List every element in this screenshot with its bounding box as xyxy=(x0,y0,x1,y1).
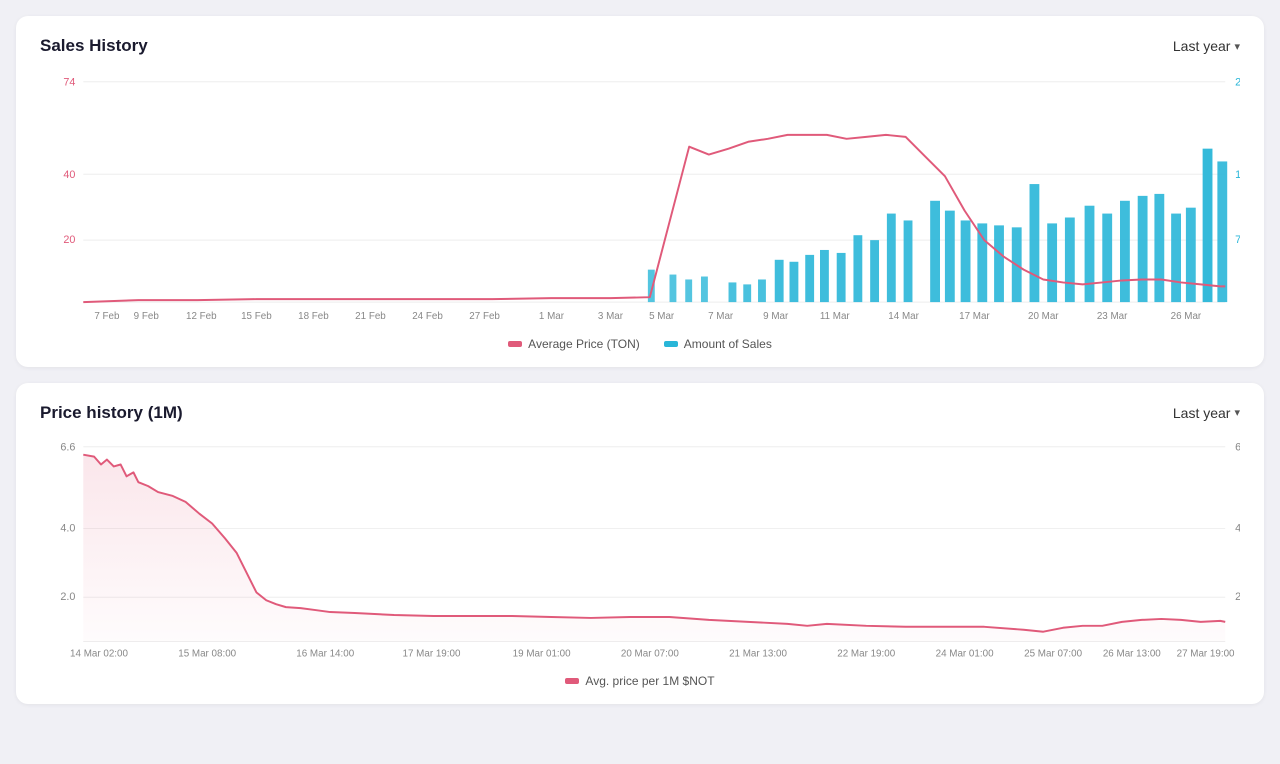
svg-text:6.6: 6.6 xyxy=(1235,441,1240,453)
svg-text:16 Mar 14:00: 16 Mar 14:00 xyxy=(296,648,354,659)
svg-text:15 Mar 08:00: 15 Mar 08:00 xyxy=(178,648,236,659)
legend-line-dot xyxy=(508,341,522,347)
legend-bar-dot xyxy=(664,341,678,347)
svg-text:21 Mar 13:00: 21 Mar 13:00 xyxy=(729,648,787,659)
svg-text:2.0: 2.0 xyxy=(60,591,75,603)
svg-text:27 Mar 19:00: 27 Mar 19:00 xyxy=(1177,648,1235,659)
sales-history-chart-area: 74 40 20 27602 14000 7000 xyxy=(40,68,1240,351)
legend-price-item: Avg. price per 1M $NOT xyxy=(565,674,714,688)
svg-text:27 Feb: 27 Feb xyxy=(469,311,500,322)
svg-text:27602: 27602 xyxy=(1235,77,1240,89)
svg-text:20 Mar: 20 Mar xyxy=(1028,311,1059,322)
price-history-chart-area: 6.6 4.0 2.0 6.6 4.0 2.0 xyxy=(40,435,1240,688)
svg-text:11 Mar: 11 Mar xyxy=(820,311,851,322)
svg-text:4.0: 4.0 xyxy=(60,522,75,534)
legend-bar-item: Amount of Sales xyxy=(664,337,772,351)
svg-text:1 Mar: 1 Mar xyxy=(539,311,565,322)
svg-text:9 Mar: 9 Mar xyxy=(763,311,789,322)
legend-line-label: Average Price (TON) xyxy=(528,337,640,351)
svg-text:14000: 14000 xyxy=(1235,169,1240,181)
svg-text:24 Feb: 24 Feb xyxy=(412,311,443,322)
svg-text:6.6: 6.6 xyxy=(60,441,75,453)
svg-text:3 Mar: 3 Mar xyxy=(598,311,624,322)
legend-price-label: Avg. price per 1M $NOT xyxy=(585,674,714,688)
svg-text:7 Feb: 7 Feb xyxy=(94,311,120,322)
svg-text:12 Feb: 12 Feb xyxy=(186,311,217,322)
svg-text:2.0: 2.0 xyxy=(1235,591,1240,603)
price-history-card: Price history (1M) Last year ▾ 6.6 4.0 2… xyxy=(16,383,1264,704)
sales-history-period-label: Last year xyxy=(1173,38,1231,54)
legend-bar-label: Amount of Sales xyxy=(684,337,772,351)
svg-text:21 Feb: 21 Feb xyxy=(355,311,386,322)
svg-text:7000: 7000 xyxy=(1235,234,1240,246)
sales-history-legend: Average Price (TON) Amount of Sales xyxy=(40,337,1240,351)
svg-text:74: 74 xyxy=(63,77,75,89)
price-history-header: Price history (1M) Last year ▾ xyxy=(40,403,1240,423)
svg-text:20 Mar 07:00: 20 Mar 07:00 xyxy=(621,648,679,659)
sales-history-title: Sales History xyxy=(40,36,148,56)
svg-text:22 Mar 19:00: 22 Mar 19:00 xyxy=(837,648,895,659)
sales-history-period-selector[interactable]: Last year ▾ xyxy=(1173,38,1240,54)
legend-line-item: Average Price (TON) xyxy=(508,337,640,351)
price-history-chevron-icon: ▾ xyxy=(1234,406,1240,419)
svg-text:40: 40 xyxy=(63,169,75,181)
sales-history-header: Sales History Last year ▾ xyxy=(40,36,1240,56)
sales-history-svg: 74 40 20 27602 14000 7000 xyxy=(40,68,1240,324)
svg-text:14 Mar: 14 Mar xyxy=(888,311,919,322)
svg-text:17 Mar 19:00: 17 Mar 19:00 xyxy=(403,648,461,659)
svg-text:25 Mar 07:00: 25 Mar 07:00 xyxy=(1024,648,1082,659)
svg-text:26 Mar 13:00: 26 Mar 13:00 xyxy=(1103,648,1161,659)
svg-text:15 Feb: 15 Feb xyxy=(241,311,272,322)
price-history-period-selector[interactable]: Last year ▾ xyxy=(1173,405,1240,421)
svg-text:17 Mar: 17 Mar xyxy=(959,311,990,322)
price-history-legend: Avg. price per 1M $NOT xyxy=(40,674,1240,688)
sales-history-card: Sales History Last year ▾ 74 40 20 27602… xyxy=(16,16,1264,367)
svg-text:18 Feb: 18 Feb xyxy=(298,311,329,322)
svg-text:24 Mar 01:00: 24 Mar 01:00 xyxy=(936,648,994,659)
svg-text:20: 20 xyxy=(63,234,75,246)
price-history-svg: 6.6 4.0 2.0 6.6 4.0 2.0 xyxy=(40,435,1240,661)
svg-text:23 Mar: 23 Mar xyxy=(1097,311,1128,322)
svg-text:26 Mar: 26 Mar xyxy=(1171,311,1202,322)
svg-text:4.0: 4.0 xyxy=(1235,522,1240,534)
svg-text:5 Mar: 5 Mar xyxy=(649,311,675,322)
legend-price-dot xyxy=(565,678,579,684)
svg-text:7 Mar: 7 Mar xyxy=(708,311,734,322)
svg-text:19 Mar 01:00: 19 Mar 01:00 xyxy=(513,648,571,659)
price-history-title: Price history (1M) xyxy=(40,403,183,423)
price-history-period-label: Last year xyxy=(1173,405,1231,421)
sales-history-chevron-icon: ▾ xyxy=(1234,40,1240,53)
svg-text:9 Feb: 9 Feb xyxy=(134,311,160,322)
svg-text:14 Mar 02:00: 14 Mar 02:00 xyxy=(70,648,128,659)
